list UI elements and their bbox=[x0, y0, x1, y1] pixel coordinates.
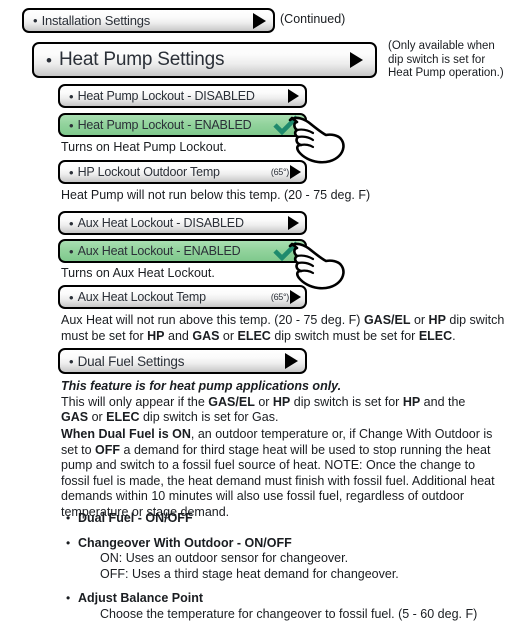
temperature-value: (65°) bbox=[270, 167, 289, 177]
text-run: This will only appear if the bbox=[61, 394, 209, 409]
bullet-icon: • bbox=[69, 289, 74, 305]
dip-switch-note: (Only available when dip switch is set f… bbox=[388, 40, 504, 79]
list-item-detail: ON: Uses an outdoor sensor for changeove… bbox=[100, 551, 349, 565]
text-run: GAS bbox=[61, 410, 89, 424]
text-run: Aux Heat will not run above this temp. (… bbox=[61, 313, 364, 327]
button-heat-pump-lockout-enabled[interactable]: • Heat Pump Lockout - ENABLED bbox=[58, 113, 307, 137]
list-item: • Adjust Balance Point Choose the temper… bbox=[66, 591, 496, 622]
bullet-icon: • bbox=[46, 50, 52, 70]
button-label: Aux Heat Lockout Temp bbox=[77, 290, 206, 304]
button-label: Aux Heat Lockout - DISABLED bbox=[77, 216, 244, 230]
button-heat-pump-settings[interactable]: • Heat Pump Settings bbox=[32, 42, 377, 78]
text-run: or bbox=[410, 313, 429, 327]
bullet-icon: • bbox=[69, 88, 74, 104]
button-label: Aux Heat Lockout - ENABLED bbox=[77, 244, 241, 258]
paragraph-dual-fuel-description: When Dual Fuel is ON, an outdoor tempera… bbox=[61, 427, 495, 520]
feature-heading: This feature is for heat pump applicatio… bbox=[61, 379, 342, 393]
text-run: GAS bbox=[192, 328, 220, 343]
bullet-icon: • bbox=[66, 591, 71, 605]
play-arrow-icon bbox=[290, 290, 301, 304]
text-run: OFF bbox=[95, 442, 121, 457]
text-run: ELEC bbox=[418, 328, 453, 343]
text-run: HP bbox=[272, 394, 291, 409]
text-run: . bbox=[452, 328, 456, 343]
check-icon bbox=[273, 241, 299, 262]
text-run: GAS/EL bbox=[208, 394, 255, 409]
text-run: ELEC bbox=[106, 410, 140, 424]
text-run: dip switch must be set for bbox=[270, 328, 419, 343]
paragraph-aux-above-temp: Aux Heat will not run above this temp. (… bbox=[61, 313, 507, 344]
text-run: a demand for third stage heat will be us… bbox=[61, 442, 495, 519]
button-dual-fuel-settings[interactable]: • Dual Fuel Settings bbox=[58, 348, 307, 374]
temperature-value: (65°) bbox=[270, 292, 289, 302]
text-run: dip switch is set for bbox=[290, 394, 403, 409]
list-item-detail: OFF: Uses a third stage heat demand for … bbox=[100, 566, 399, 581]
bullet-icon: • bbox=[69, 164, 74, 180]
text-run: or bbox=[254, 394, 273, 409]
button-aux-heat-lockout-temp[interactable]: • Aux Heat Lockout Temp (65°) bbox=[58, 285, 307, 309]
caption-hp-below-temp: Heat Pump will not run below this temp. … bbox=[61, 188, 371, 202]
text-run: dip switch is set for Gas. bbox=[139, 410, 279, 424]
text-run: and bbox=[164, 328, 193, 343]
button-label: Heat Pump Lockout - DISABLED bbox=[77, 89, 255, 103]
text-run: or bbox=[88, 410, 107, 424]
button-label: Dual Fuel Settings bbox=[77, 353, 185, 369]
button-label: HP Lockout Outdoor Temp bbox=[77, 165, 220, 179]
list-item: • Changeover With Outdoor - ON/OFF ON: U… bbox=[66, 536, 496, 583]
continued-annotation: (Continued) bbox=[280, 12, 346, 26]
text-run: HP bbox=[428, 313, 446, 327]
manual-page: • Installation Settings (Continued) • He… bbox=[0, 0, 509, 621]
caption-turns-on-hp-lockout: Turns on Heat Pump Lockout. bbox=[61, 140, 227, 154]
play-arrow-icon bbox=[288, 216, 299, 230]
list-item-title: Adjust Balance Point bbox=[78, 591, 204, 605]
list-item-title: Dual Fuel - ON/OFF bbox=[78, 511, 193, 525]
button-label: Heat Pump Lockout - ENABLED bbox=[77, 118, 252, 132]
bullet-icon: • bbox=[33, 13, 38, 28]
button-hp-lockout-outdoor-temp[interactable]: • HP Lockout Outdoor Temp (65°) bbox=[58, 160, 307, 184]
paragraph-feature-note: This feature is for heat pump applicatio… bbox=[61, 379, 481, 426]
list-item-detail: Choose the temperature for changeover to… bbox=[100, 606, 478, 621]
text-run: and the bbox=[420, 394, 466, 409]
text-run: or bbox=[219, 328, 238, 343]
button-installation-settings[interactable]: • Installation Settings bbox=[22, 8, 275, 33]
dual-fuel-option-list: • Dual Fuel - ON/OFF • Changeover With O… bbox=[66, 511, 496, 624]
play-arrow-icon bbox=[285, 353, 298, 369]
text-run: ELEC bbox=[237, 328, 271, 343]
text-run: GAS/EL bbox=[363, 313, 411, 327]
play-arrow-icon bbox=[290, 165, 301, 179]
list-item-title: Changeover With Outdoor - ON/OFF bbox=[78, 535, 292, 550]
bullet-icon: • bbox=[69, 353, 74, 369]
bullet-icon: • bbox=[69, 243, 74, 259]
button-label: Heat Pump Settings bbox=[58, 49, 225, 70]
check-icon bbox=[273, 115, 299, 136]
play-arrow-icon bbox=[288, 89, 299, 103]
bullet-icon: • bbox=[66, 535, 71, 550]
bullet-icon: • bbox=[69, 117, 74, 133]
bullet-icon: • bbox=[69, 215, 74, 231]
text-run: HP bbox=[402, 394, 421, 409]
bullet-icon: • bbox=[66, 511, 71, 525]
text-run: When Dual Fuel is ON bbox=[61, 427, 191, 441]
button-aux-heat-lockout-enabled[interactable]: • Aux Heat Lockout - ENABLED bbox=[58, 239, 307, 263]
caption-turns-on-aux-lockout: Turns on Aux Heat Lockout. bbox=[61, 266, 215, 280]
text-run: HP bbox=[147, 328, 165, 343]
button-aux-heat-lockout-disabled[interactable]: • Aux Heat Lockout - DISABLED bbox=[58, 211, 307, 235]
list-item: • Dual Fuel - ON/OFF bbox=[66, 511, 496, 527]
button-heat-pump-lockout-disabled[interactable]: • Heat Pump Lockout - DISABLED bbox=[58, 84, 307, 108]
play-arrow-icon bbox=[350, 52, 363, 68]
play-arrow-icon bbox=[253, 12, 266, 29]
button-label: Installation Settings bbox=[41, 13, 151, 28]
